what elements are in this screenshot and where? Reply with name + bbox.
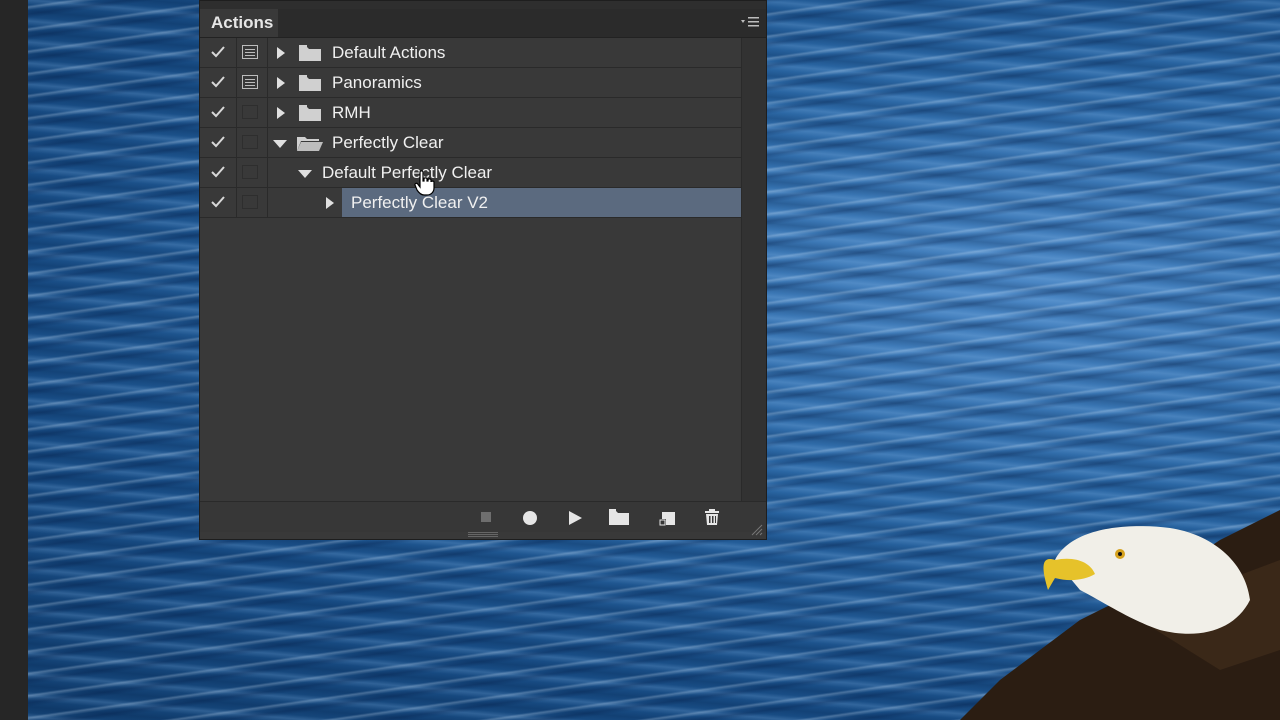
- action-step-row[interactable]: Perfectly Clear V2: [200, 188, 742, 218]
- trash-icon[interactable]: [703, 508, 721, 526]
- toggle-item-checkbox[interactable]: [200, 98, 237, 127]
- expand-triangle-icon[interactable]: [325, 197, 335, 209]
- expand-triangle-icon[interactable]: [276, 107, 286, 119]
- action-set-row[interactable]: RMH: [200, 98, 742, 128]
- toggle-dialog-checkbox[interactable]: [237, 98, 268, 127]
- toggle-dialog-checkbox[interactable]: [237, 188, 268, 217]
- checkmark-icon: [211, 166, 225, 178]
- actions-list: Default Actions Panoramics RMH Perfectly…: [200, 38, 742, 218]
- action-set-row[interactable]: Default Actions: [200, 38, 742, 68]
- toggle-dialog-checkbox[interactable]: [237, 158, 268, 187]
- hand-cursor-icon: [414, 170, 435, 196]
- checkmark-icon: [211, 46, 225, 58]
- toggle-dialog-checkbox[interactable]: [237, 38, 268, 67]
- panel-header: Actions: [200, 9, 766, 38]
- panel-resize-grip-icon[interactable]: [468, 532, 498, 537]
- dialog-icon: [242, 195, 258, 209]
- checkmark-icon: [211, 106, 225, 118]
- new-set-folder-icon[interactable]: [609, 509, 629, 525]
- open-folder-icon: [297, 137, 323, 151]
- action-label: Perfectly Clear: [332, 133, 444, 152]
- action-set-row[interactable]: Perfectly Clear: [200, 128, 742, 158]
- folder-icon: [299, 105, 321, 121]
- toggle-dialog-checkbox[interactable]: [237, 68, 268, 97]
- toggle-dialog-checkbox[interactable]: [237, 128, 268, 157]
- dialog-icon: [242, 105, 258, 119]
- folder-icon: [299, 45, 321, 61]
- dialog-icon: [242, 45, 258, 59]
- play-icon[interactable]: [567, 510, 583, 526]
- collapse-triangle-icon[interactable]: [298, 169, 312, 179]
- action-set-row[interactable]: Panoramics: [200, 68, 742, 98]
- toggle-item-checkbox[interactable]: [200, 38, 237, 67]
- dialog-icon: [242, 135, 258, 149]
- checkmark-icon: [211, 136, 225, 148]
- checkmark-icon: [211, 196, 225, 208]
- tools-panel-edge: [0, 0, 28, 720]
- scrollbar[interactable]: [741, 38, 766, 501]
- toggle-item-checkbox[interactable]: [200, 128, 237, 157]
- new-action-icon[interactable]: [659, 509, 677, 527]
- action-label: Default Perfectly Clear: [322, 163, 493, 182]
- toggle-item-checkbox[interactable]: [200, 188, 237, 217]
- dialog-icon: [242, 165, 258, 179]
- toggle-item-checkbox[interactable]: [200, 68, 237, 97]
- panel-footer: [200, 501, 766, 532]
- eagle-photo: [960, 510, 1280, 720]
- expand-triangle-icon[interactable]: [276, 47, 286, 59]
- resize-corner-icon[interactable]: [751, 524, 763, 536]
- toggle-item-checkbox[interactable]: [200, 158, 237, 187]
- action-label: RMH: [332, 103, 371, 122]
- tab-actions[interactable]: Actions: [200, 9, 278, 37]
- expand-triangle-icon[interactable]: [276, 77, 286, 89]
- panel-menu-icon[interactable]: [740, 15, 760, 29]
- action-label: Panoramics: [332, 73, 422, 92]
- action-row[interactable]: Default Perfectly Clear: [200, 158, 742, 188]
- folder-icon: [299, 75, 321, 91]
- dialog-icon: [242, 75, 258, 89]
- stop-icon[interactable]: [480, 511, 492, 523]
- actions-panel: Actions Default Actions Panoramics RMH P…: [199, 0, 767, 540]
- panel-title-bar[interactable]: [200, 1, 766, 9]
- record-icon[interactable]: [522, 510, 538, 526]
- collapse-triangle-icon[interactable]: [273, 139, 287, 149]
- action-label: Default Actions: [332, 43, 446, 62]
- checkmark-icon: [211, 76, 225, 88]
